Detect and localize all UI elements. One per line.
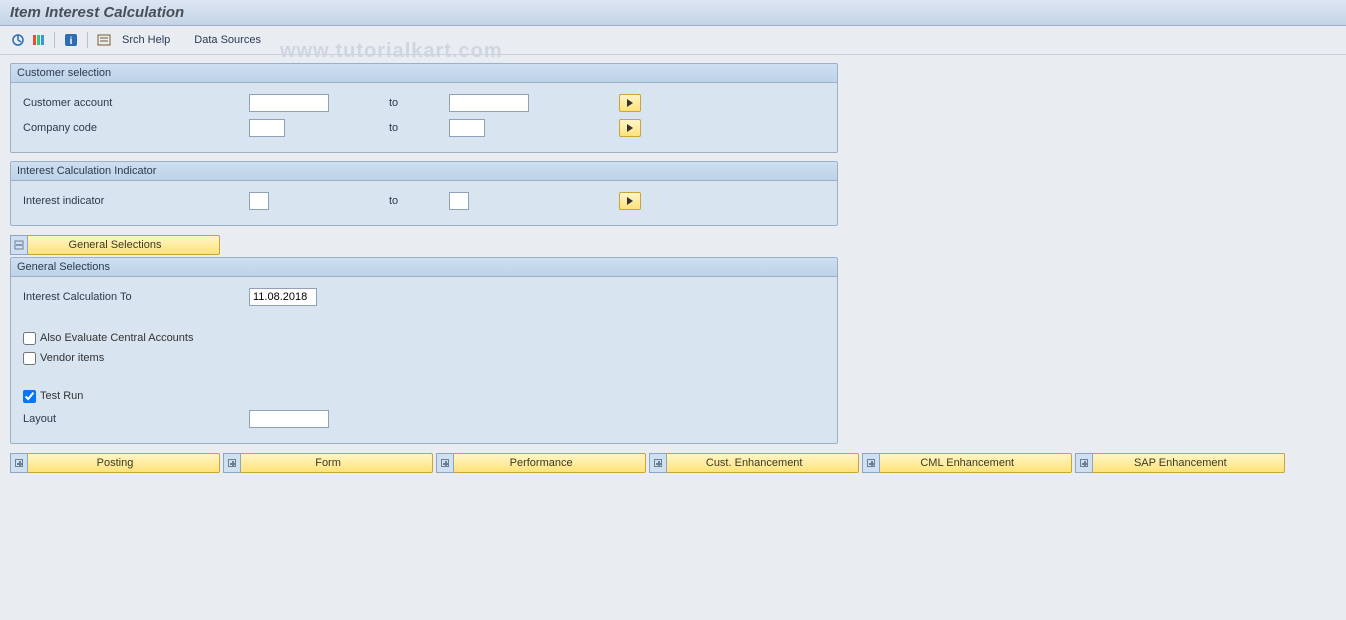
interest-indicator-to[interactable]	[449, 192, 469, 210]
company-code-from[interactable]	[249, 119, 285, 137]
to-label: to	[389, 97, 449, 109]
toolbar-separator	[54, 32, 55, 48]
row-calc-to: Interest Calculation To	[19, 286, 829, 308]
label-also-evaluate: Also Evaluate Central Accounts	[40, 332, 193, 344]
expand-label: CML Enhancement	[920, 457, 1014, 469]
layout-field[interactable]	[249, 410, 329, 428]
group-general-selections: General Selections Interest Calculation …	[10, 257, 838, 444]
calc-to-field[interactable]	[249, 288, 317, 306]
company-code-to[interactable]	[449, 119, 485, 137]
expand-icon	[436, 453, 454, 473]
variant-icon[interactable]	[30, 32, 46, 48]
expand-icon	[649, 453, 667, 473]
interest-indicator-more-button[interactable]	[619, 192, 641, 210]
expand-label: Cust. Enhancement	[706, 457, 803, 469]
expand-label: General Selections	[69, 239, 162, 251]
group-title-general-selections: General Selections	[11, 258, 837, 277]
label-customer-account: Customer account	[19, 97, 249, 109]
expand-button-stack: Posting Form Performance Cust. Enhanceme…	[10, 452, 1336, 474]
group-title-customer-selection: Customer selection	[11, 64, 837, 83]
group-title-interest-indicator: Interest Calculation Indicator	[11, 162, 837, 181]
group-customer-selection: Customer selection Customer account to C…	[10, 63, 838, 153]
row-vendor-items: Vendor items	[19, 349, 829, 367]
label-test-run: Test Run	[40, 390, 83, 402]
expand-performance[interactable]: Performance	[436, 453, 646, 473]
group-interest-indicator: Interest Calculation Indicator Interest …	[10, 161, 838, 226]
svg-text:i: i	[70, 36, 73, 47]
customer-account-from[interactable]	[249, 94, 329, 112]
expand-sap-enhancement[interactable]: SAP Enhancement	[1075, 453, 1285, 473]
company-code-more-button[interactable]	[619, 119, 641, 137]
expand-icon	[223, 453, 241, 473]
info-icon[interactable]: i	[63, 32, 79, 48]
interest-indicator-from[interactable]	[249, 192, 269, 210]
expand-label: Posting	[97, 457, 134, 469]
to-label: to	[389, 122, 449, 134]
arrow-right-icon	[627, 124, 633, 132]
expand-cust-enhancement[interactable]: Cust. Enhancement	[649, 453, 859, 473]
toolbar: i Srch Help Data Sources	[0, 26, 1346, 55]
arrow-right-icon	[627, 197, 633, 205]
row-customer-account: Customer account to	[19, 92, 829, 114]
to-label: to	[389, 195, 449, 207]
label-vendor-items: Vendor items	[40, 352, 104, 364]
row-test-run: Test Run	[19, 387, 829, 405]
expand-icon	[862, 453, 880, 473]
execute-icon[interactable]	[10, 32, 26, 48]
expand-icon	[10, 453, 28, 473]
page-title: Item Interest Calculation	[10, 4, 1336, 21]
row-also-evaluate: Also Evaluate Central Accounts	[19, 329, 829, 347]
row-interest-indicator: Interest indicator to	[19, 190, 829, 212]
vendor-items-checkbox[interactable]	[23, 352, 36, 365]
expand-general-selections[interactable]: General Selections	[10, 235, 220, 255]
content-area: Customer selection Customer account to C…	[0, 55, 1346, 482]
title-bar: Item Interest Calculation	[0, 0, 1346, 26]
customer-account-to[interactable]	[449, 94, 529, 112]
customer-account-more-button[interactable]	[619, 94, 641, 112]
label-layout: Layout	[19, 413, 249, 425]
arrow-right-icon	[627, 99, 633, 107]
label-company-code: Company code	[19, 122, 249, 134]
expand-label: SAP Enhancement	[1134, 457, 1227, 469]
test-run-checkbox[interactable]	[23, 390, 36, 403]
label-calc-to: Interest Calculation To	[19, 291, 249, 303]
data-sources-button[interactable]: Data Sources	[188, 32, 267, 48]
expand-label: Form	[315, 457, 341, 469]
also-evaluate-checkbox[interactable]	[23, 332, 36, 345]
row-company-code: Company code to	[19, 117, 829, 139]
srch-help-button[interactable]: Srch Help	[116, 32, 176, 48]
expand-label: Performance	[510, 457, 573, 469]
label-interest-indicator: Interest indicator	[19, 195, 249, 207]
collapse-icon	[10, 235, 28, 255]
toolbar-separator	[87, 32, 88, 48]
expand-cml-enhancement[interactable]: CML Enhancement	[862, 453, 1072, 473]
expand-form[interactable]: Form	[223, 453, 433, 473]
expand-posting[interactable]: Posting	[10, 453, 220, 473]
expand-icon	[1075, 453, 1093, 473]
srch-help-icon[interactable]	[96, 32, 112, 48]
row-layout: Layout	[19, 408, 829, 430]
